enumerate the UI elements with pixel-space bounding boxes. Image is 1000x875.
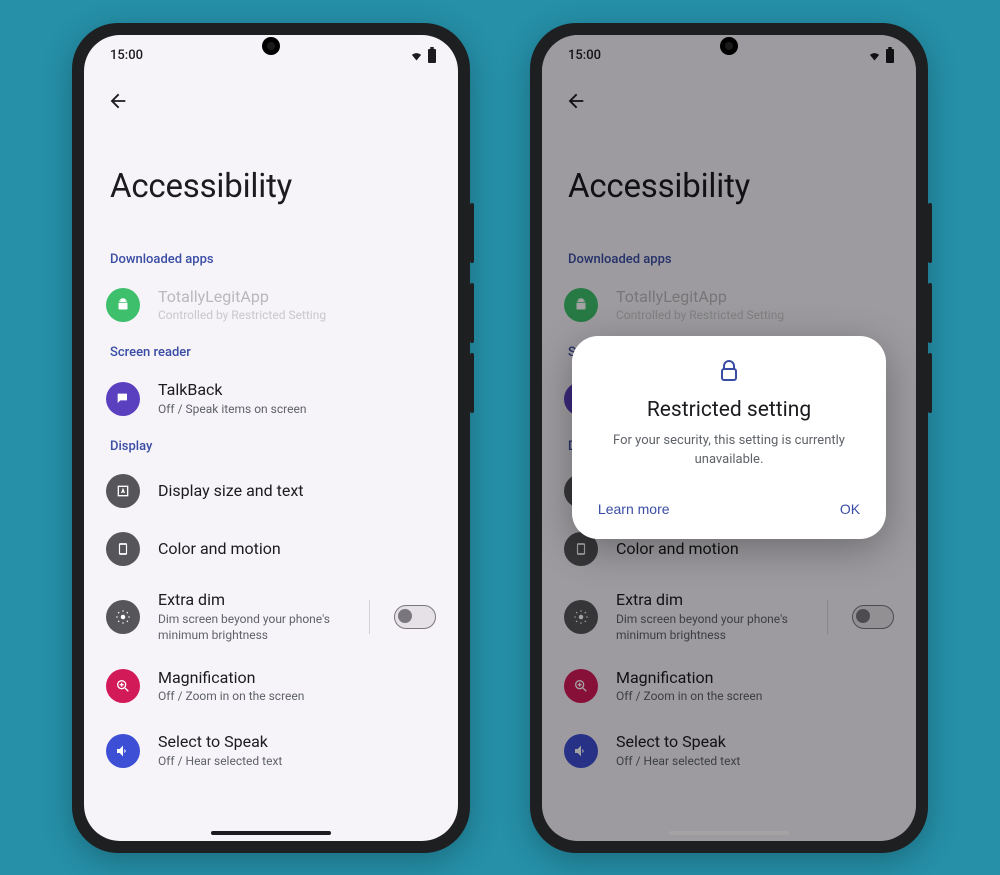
row-display-size-text[interactable]: Display size and text xyxy=(84,462,458,520)
row-title: TalkBack xyxy=(158,380,436,401)
android-icon xyxy=(106,288,140,322)
row-title: Color and motion xyxy=(158,539,436,560)
wifi-icon xyxy=(409,50,424,62)
lock-icon xyxy=(717,358,741,388)
section-display: Display xyxy=(84,429,458,462)
section-downloaded-apps: Downloaded apps xyxy=(84,242,458,275)
row-extra-dim[interactable]: Extra dim Dim screen beyond your phone's… xyxy=(84,578,458,655)
color-motion-icon xyxy=(106,532,140,566)
phone-right: 15:00 Accessibility Downloaded apps Tota… xyxy=(530,23,928,853)
row-color-motion[interactable]: Color and motion xyxy=(84,520,458,578)
row-talkback[interactable]: TalkBack Off / Speak items on screen xyxy=(84,368,458,429)
camera-cutout xyxy=(262,37,280,55)
extra-dim-toggle[interactable] xyxy=(394,605,436,629)
clock: 15:00 xyxy=(110,48,143,63)
magnification-icon xyxy=(106,669,140,703)
arrow-back-icon xyxy=(107,90,129,112)
row-subtitle: Off / Hear selected text xyxy=(158,753,436,769)
row-subtitle: Dim screen beyond your phone's minimum b… xyxy=(158,611,351,643)
extra-dim-icon xyxy=(106,600,140,634)
select-to-speak-icon xyxy=(106,734,140,768)
screen: 15:00 Accessibility Downloaded apps Tota… xyxy=(84,35,458,841)
row-title: Select to Speak xyxy=(158,732,436,753)
restricted-setting-dialog: Restricted setting For your security, th… xyxy=(572,336,886,538)
battery-icon xyxy=(428,49,436,63)
phone-left: 15:00 Accessibility Downloaded apps Tota… xyxy=(72,23,470,853)
row-title: TotallyLegitApp xyxy=(158,287,436,308)
talkback-icon xyxy=(106,382,140,416)
row-totallylegitapp[interactable]: TotallyLegitApp Controlled by Restricted… xyxy=(84,275,458,336)
display-size-icon xyxy=(106,474,140,508)
status-icons xyxy=(409,49,436,63)
camera-cutout xyxy=(720,37,738,55)
divider xyxy=(369,600,370,634)
row-select-to-speak[interactable]: Select to Speak Off / Hear selected text xyxy=(84,717,458,773)
toolbar xyxy=(84,77,458,125)
learn-more-button[interactable]: Learn more xyxy=(594,495,674,523)
back-button[interactable] xyxy=(98,81,138,121)
dialog-body: For your security, this setting is curre… xyxy=(594,432,864,468)
row-subtitle: Off / Speak items on screen xyxy=(158,401,436,417)
dialog-scrim[interactable]: Restricted setting For your security, th… xyxy=(542,35,916,841)
ok-button[interactable]: OK xyxy=(836,495,864,523)
row-title: Display size and text xyxy=(158,481,436,502)
row-subtitle: Controlled by Restricted Setting xyxy=(158,307,436,323)
screen: 15:00 Accessibility Downloaded apps Tota… xyxy=(542,35,916,841)
nav-indicator[interactable] xyxy=(211,831,331,835)
row-magnification[interactable]: Magnification Off / Zoom in on the scree… xyxy=(84,656,458,717)
row-subtitle: Off / Zoom in on the screen xyxy=(158,688,436,704)
row-title: Magnification xyxy=(158,668,436,689)
dialog-title: Restricted setting xyxy=(647,398,811,422)
section-screen-reader: Screen reader xyxy=(84,335,458,368)
page-title: Accessibility xyxy=(84,125,458,242)
row-title: Extra dim xyxy=(158,590,351,611)
